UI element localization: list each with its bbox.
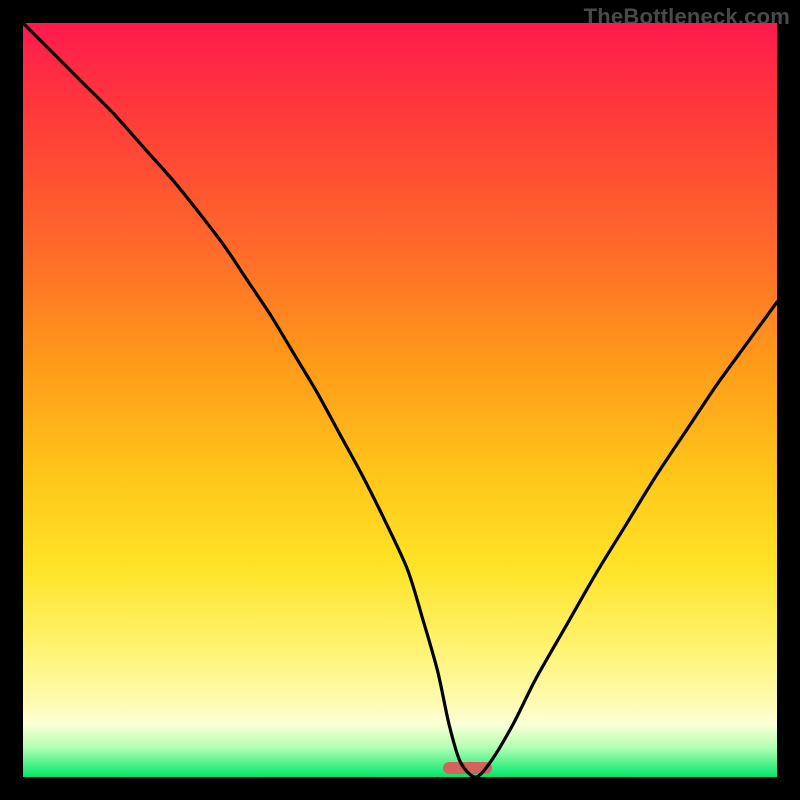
plot-area (23, 23, 777, 777)
chart-frame: TheBottleneck.com (0, 0, 800, 800)
bottleneck-curve (23, 23, 777, 777)
